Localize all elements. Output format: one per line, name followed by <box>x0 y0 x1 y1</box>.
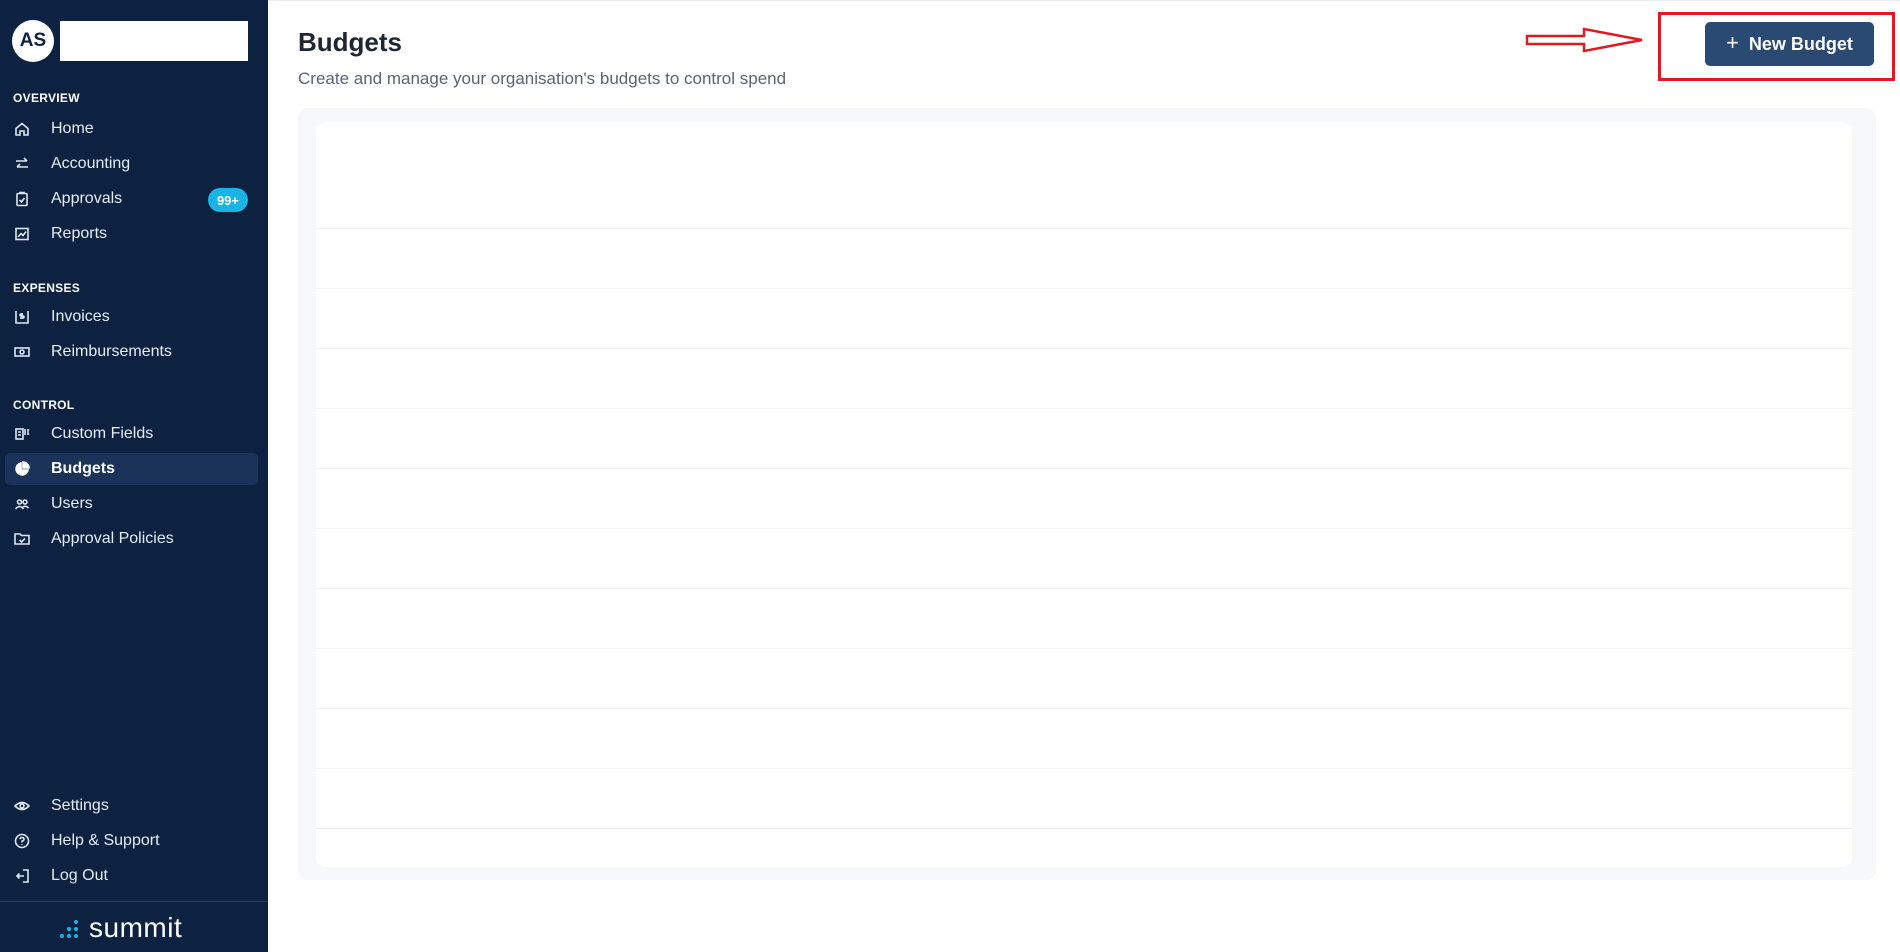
home-icon <box>13 120 31 138</box>
sidebar-item-reimbursements[interactable]: Reimbursements <box>5 336 258 368</box>
sidebar-item-accounting[interactable]: Accounting <box>5 148 258 180</box>
sidebar-item-label: Reimbursements <box>51 343 172 360</box>
sidebar-item-label: Budgets <box>51 460 115 477</box>
users-icon <box>13 495 31 513</box>
sidebar-item-users[interactable]: Users <box>5 488 258 520</box>
invoice-icon <box>13 308 31 326</box>
eye-icon <box>13 797 31 815</box>
summit-logo-icon <box>60 920 78 938</box>
section-label-expenses: EXPENSES <box>13 281 81 295</box>
sidebar-item-label: Users <box>51 495 93 512</box>
app-window: AS OVERVIEW Home Accounting Approvals 99… <box>0 0 1900 952</box>
table-row-divider <box>316 228 1852 229</box>
folder-check-icon <box>13 530 31 548</box>
table-row-divider <box>316 348 1852 349</box>
page-title: Budgets <box>298 27 402 57</box>
clipboard-check-icon <box>13 190 31 208</box>
table-row-divider <box>316 768 1852 769</box>
custom-fields-icon <box>13 425 31 443</box>
budgets-table <box>316 122 1852 867</box>
sidebar-divider <box>0 901 268 902</box>
sidebar-item-approvals[interactable]: Approvals 99+ <box>5 183 258 215</box>
new-budget-button[interactable]: + New Budget <box>1705 22 1874 66</box>
sidebar-item-label: Home <box>51 120 94 137</box>
sidebar-item-label: Accounting <box>51 155 131 172</box>
sidebar-item-settings[interactable]: Settings <box>5 790 258 822</box>
table-row-divider <box>316 288 1852 289</box>
table-row-divider <box>316 468 1852 469</box>
avatar[interactable]: AS <box>12 20 54 62</box>
brand-name: summit <box>89 912 183 943</box>
sidebar-item-custom-fields[interactable]: Custom Fields <box>5 418 258 450</box>
plus-icon: + <box>1726 30 1739 55</box>
sidebar-item-approval-policies[interactable]: Approval Policies <box>5 523 258 555</box>
sidebar-item-label: Approval Policies <box>51 530 174 547</box>
sidebar-item-label: Settings <box>51 797 109 814</box>
section-label-overview: OVERVIEW <box>13 91 80 105</box>
sidebar-item-label: Approvals <box>51 190 123 207</box>
sidebar-item-log-out[interactable]: Log Out <box>5 860 258 892</box>
sidebar-item-reports[interactable]: Reports <box>5 218 258 250</box>
cash-icon <box>13 343 31 361</box>
log-out-icon <box>13 867 31 885</box>
sidebar-item-help-support[interactable]: Help & Support <box>5 825 258 857</box>
line-chart-icon <box>13 225 31 243</box>
organisation-name-box[interactable] <box>60 21 248 61</box>
brand-logo: summit <box>59 912 182 944</box>
page-subtitle: Create and manage your organisation's bu… <box>298 69 787 88</box>
approvals-count-badge: 99+ <box>207 188 248 212</box>
sidebar-item-invoices[interactable]: Invoices <box>5 301 258 333</box>
sidebar-item-label: Reports <box>51 225 108 242</box>
main-content: Budgets Create and manage your organisat… <box>268 0 1900 952</box>
pie-chart-icon <box>13 460 31 478</box>
sidebar: AS OVERVIEW Home Accounting Approvals 99… <box>0 0 268 952</box>
table-row-divider <box>316 528 1852 529</box>
annotation-arrow <box>1525 27 1643 53</box>
table-footer-divider <box>316 828 1852 829</box>
sidebar-item-label: Custom Fields <box>51 425 154 442</box>
sidebar-item-budgets[interactable]: Budgets <box>5 453 258 485</box>
sidebar-item-label: Log Out <box>51 867 108 884</box>
sidebar-item-home[interactable]: Home <box>5 113 258 145</box>
help-circle-icon <box>13 832 31 850</box>
table-row-divider <box>316 588 1852 589</box>
sidebar-item-label: Invoices <box>51 308 110 325</box>
sidebar-item-label: Help & Support <box>51 832 160 849</box>
new-budget-button-label: New Budget <box>1748 33 1853 54</box>
sidebar-header: AS <box>12 20 248 62</box>
budgets-panel <box>298 108 1876 880</box>
table-row-divider <box>316 408 1852 409</box>
transfer-arrows-icon <box>13 155 31 173</box>
table-row-divider <box>316 648 1852 649</box>
table-row-divider <box>316 708 1852 709</box>
section-label-control: CONTROL <box>13 398 75 412</box>
